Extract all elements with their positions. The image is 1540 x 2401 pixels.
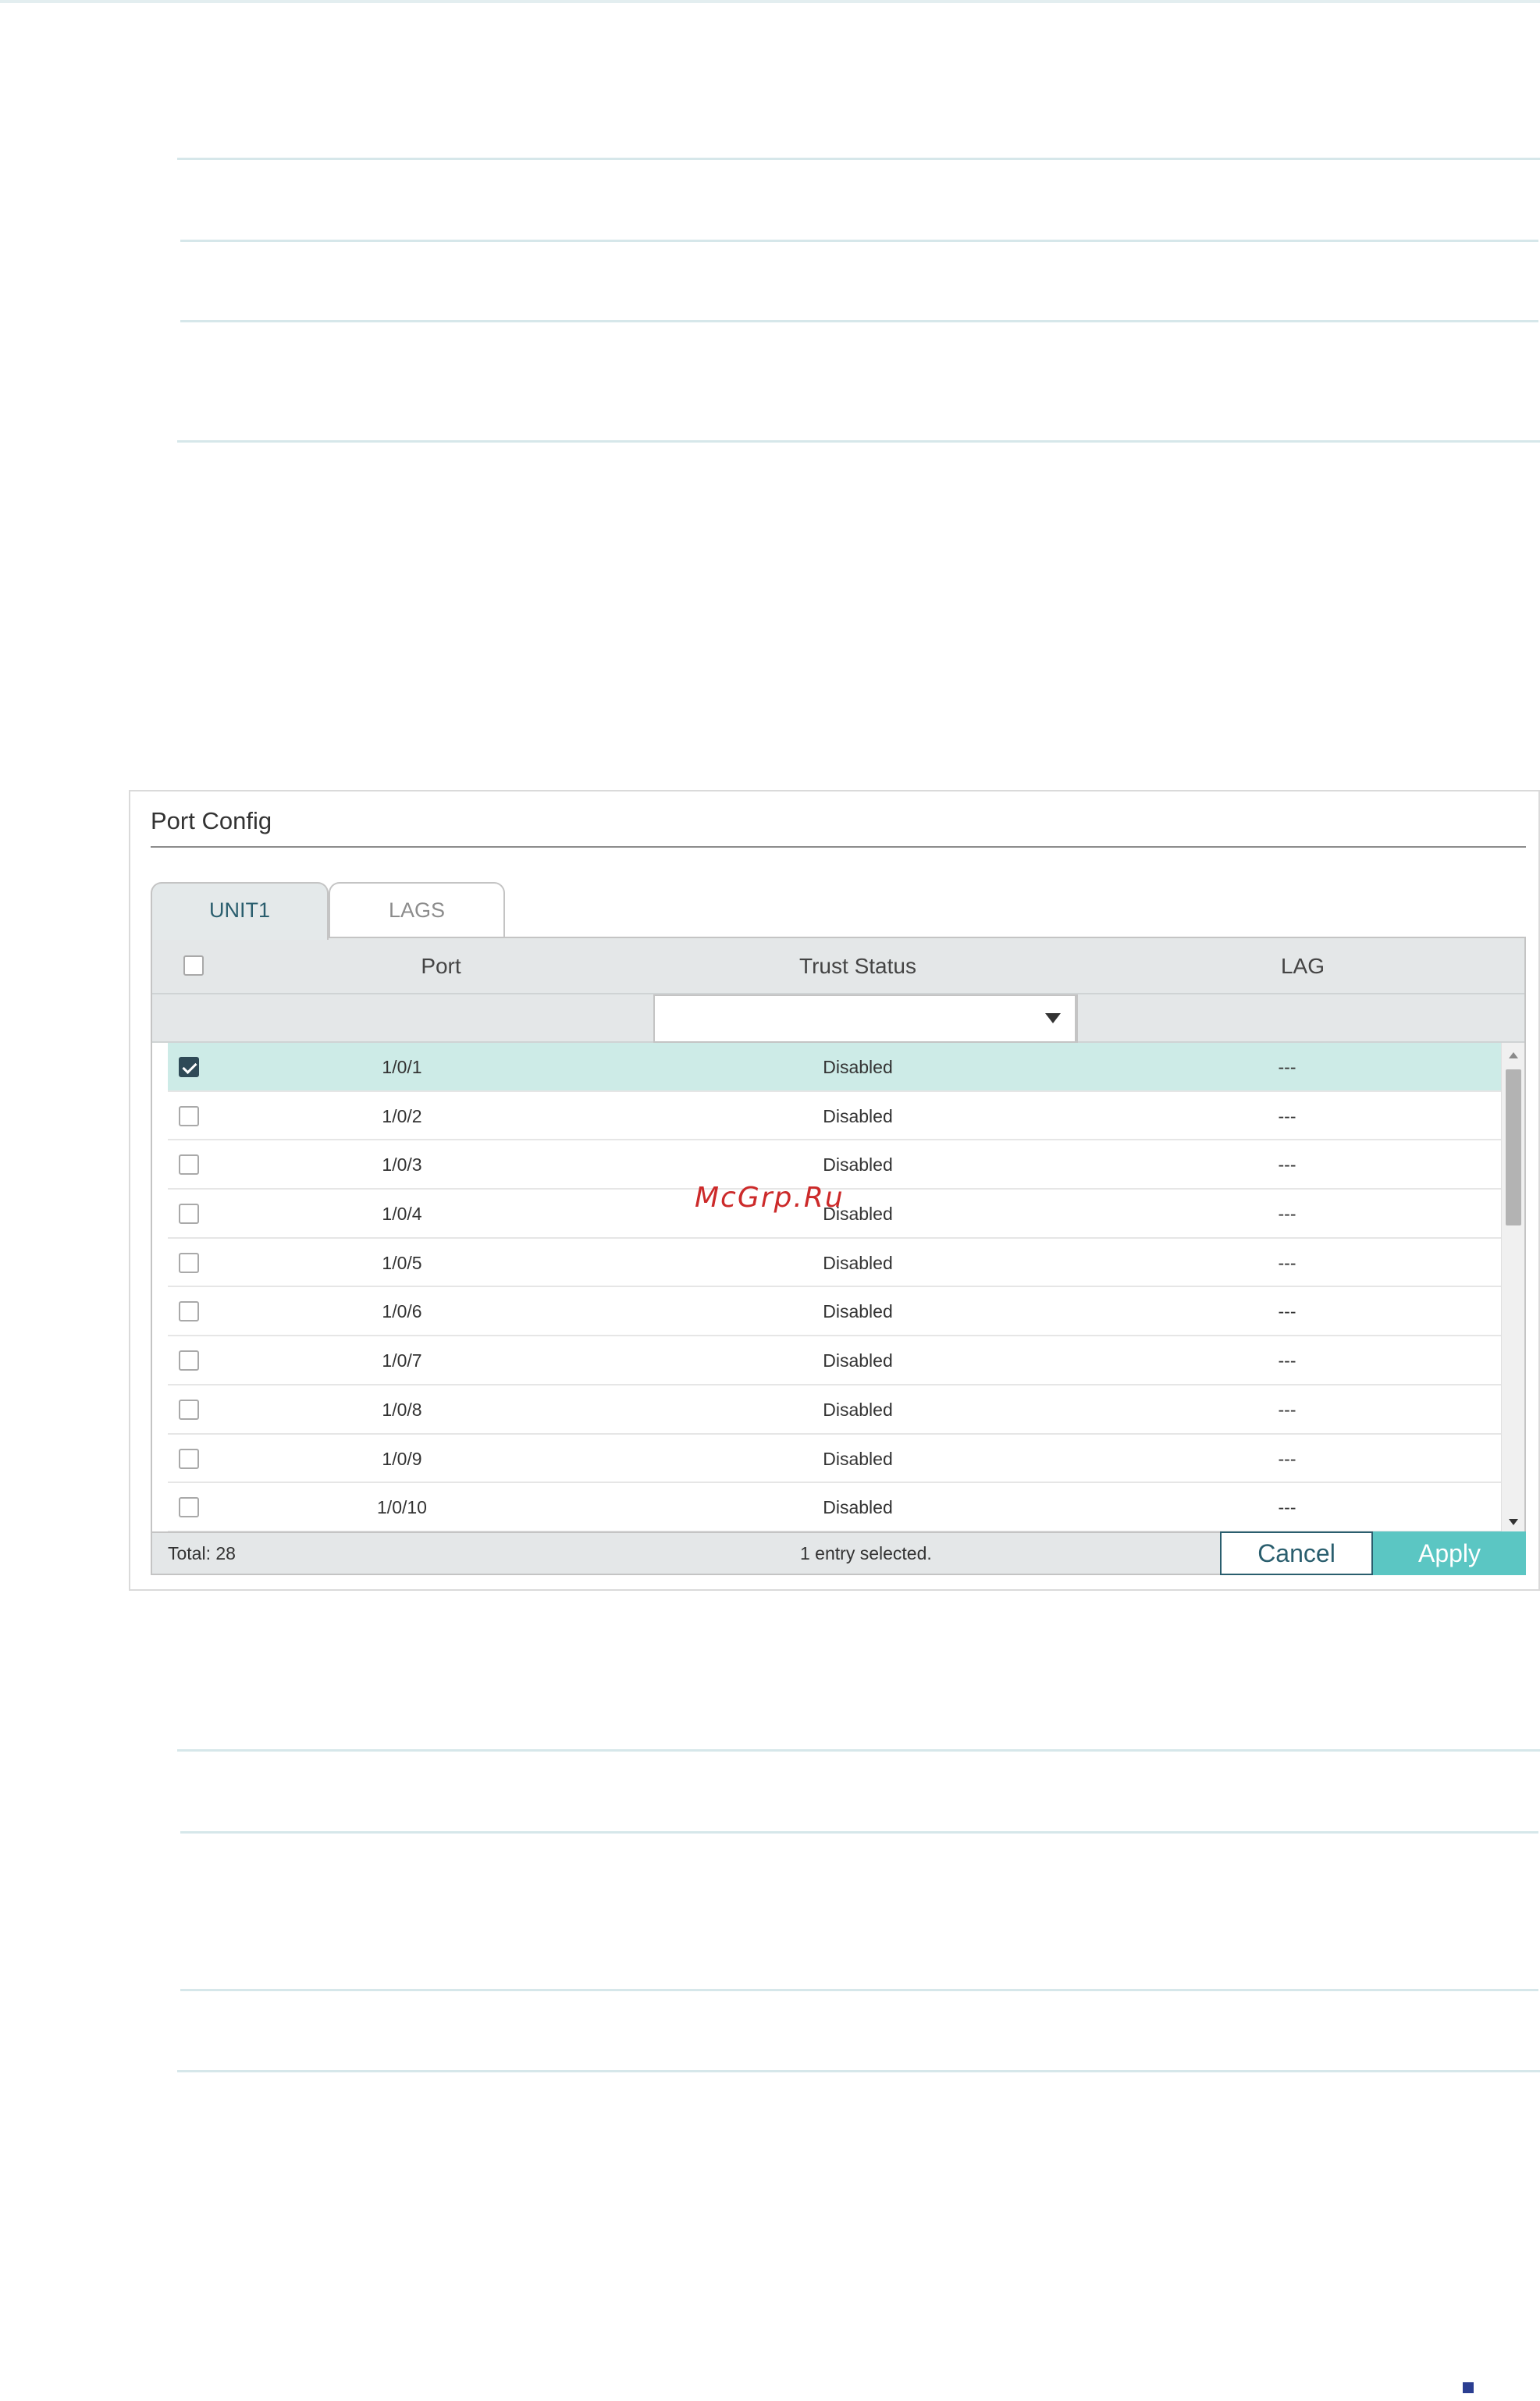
row-checkbox[interactable]: [179, 1301, 199, 1322]
table-header: Port Trust Status LAG: [152, 938, 1524, 994]
table-row[interactable]: 1/0/5 Disabled ---: [168, 1239, 1504, 1288]
vertical-scrollbar[interactable]: [1501, 1043, 1524, 1535]
cancel-button[interactable]: Cancel: [1220, 1531, 1373, 1575]
row-checkbox[interactable]: [179, 1497, 199, 1518]
tab-unit1[interactable]: UNIT1: [151, 882, 329, 940]
row-checkbox[interactable]: [179, 1252, 199, 1273]
divider: [177, 2070, 1540, 2072]
cell-port: 1/0/2: [382, 1105, 422, 1126]
arrow-up-icon[interactable]: [1509, 1052, 1518, 1058]
trust-status-select[interactable]: [653, 994, 1076, 1043]
cell-lag: ---: [1278, 1057, 1296, 1077]
cell-trust-status: Disabled: [823, 1497, 893, 1518]
cell-port: 1/0/4: [382, 1204, 422, 1225]
arrow-down-icon[interactable]: [1509, 1519, 1518, 1525]
cell-port: 1/0/7: [382, 1350, 422, 1371]
row-checkbox[interactable]: [179, 1399, 199, 1420]
column-header-port[interactable]: Port: [363, 938, 519, 994]
row-checkbox[interactable]: [179, 1057, 199, 1077]
cell-trust-status: Disabled: [823, 1105, 893, 1126]
apply-button[interactable]: Apply: [1373, 1531, 1526, 1575]
table-row[interactable]: 1/0/10 Disabled ---: [168, 1483, 1504, 1532]
selection-status: 1 entry selected.: [800, 1543, 932, 1563]
table-row[interactable]: 1/0/6 Disabled ---: [168, 1287, 1504, 1337]
cell-trust-status: Disabled: [823, 1399, 893, 1420]
table-row[interactable]: 1/0/7 Disabled ---: [168, 1336, 1504, 1385]
cell-trust-status: Disabled: [823, 1350, 893, 1371]
cell-port: 1/0/10: [377, 1497, 427, 1518]
column-header-lag[interactable]: LAG: [1248, 938, 1357, 994]
cell-lag: ---: [1278, 1154, 1296, 1176]
divider: [180, 240, 1538, 242]
cell-port: 1/0/8: [382, 1399, 422, 1420]
table-row[interactable]: 1/0/1 Disabled ---: [168, 1043, 1504, 1092]
divider: [180, 1831, 1538, 1834]
row-checkbox[interactable]: [179, 1105, 199, 1126]
caret-down-icon: [1045, 1013, 1061, 1023]
table-body: 1/0/1 Disabled --- 1/0/2 Disabled --- 1/…: [168, 1043, 1504, 1535]
cell-lag: ---: [1278, 1252, 1296, 1273]
cell-port: 1/0/1: [382, 1057, 422, 1077]
table-row[interactable]: 1/0/2 Disabled ---: [168, 1092, 1504, 1141]
cell-trust-status: Disabled: [823, 1448, 893, 1469]
cell-port: 1/0/6: [382, 1301, 422, 1322]
row-checkbox[interactable]: [179, 1154, 199, 1176]
cell-port: 1/0/3: [382, 1154, 422, 1176]
cell-lag: ---: [1278, 1350, 1296, 1371]
scrollbar-thumb[interactable]: [1506, 1069, 1521, 1225]
filter-separator: [1076, 994, 1078, 1043]
cell-trust-status: Disabled: [823, 1057, 893, 1077]
column-header-trust-status[interactable]: Trust Status: [764, 938, 951, 994]
cell-trust-status: Disabled: [823, 1252, 893, 1273]
table-row[interactable]: 1/0/8 Disabled ---: [168, 1385, 1504, 1435]
row-checkbox[interactable]: [179, 1448, 199, 1469]
divider: [177, 440, 1540, 443]
cell-lag: ---: [1278, 1105, 1296, 1126]
divider: [177, 158, 1540, 160]
filter-row: [152, 994, 1524, 1043]
top-rule: [0, 0, 1540, 3]
cell-lag: ---: [1278, 1301, 1296, 1322]
total-count: Total: 28: [168, 1543, 236, 1563]
cell-lag: ---: [1278, 1204, 1296, 1225]
port-table: Port Trust Status LAG 1/0/1 Disabled ---…: [151, 937, 1526, 1575]
row-checkbox[interactable]: [179, 1204, 199, 1225]
cell-lag: ---: [1278, 1448, 1296, 1469]
divider: [180, 1989, 1538, 1991]
divider: [177, 1749, 1540, 1752]
divider: [180, 320, 1538, 322]
cell-lag: ---: [1278, 1399, 1296, 1420]
row-checkbox[interactable]: [179, 1350, 199, 1371]
tab-lags[interactable]: LAGS: [329, 882, 505, 938]
panel-title: Port Config: [151, 807, 272, 834]
select-all-checkbox[interactable]: [183, 955, 204, 976]
table-row[interactable]: 1/0/9 Disabled ---: [168, 1435, 1504, 1484]
watermark: McGrp.Ru: [695, 1182, 845, 1214]
page-corner-mark: [1463, 2382, 1474, 2393]
table-footer: Total: 28 1 entry selected. Cancel Apply: [152, 1531, 1526, 1575]
cell-lag: ---: [1278, 1497, 1296, 1518]
cell-port: 1/0/9: [382, 1448, 422, 1469]
cell-port: 1/0/5: [382, 1252, 422, 1273]
cell-trust-status: Disabled: [823, 1301, 893, 1322]
title-divider: [151, 846, 1526, 848]
